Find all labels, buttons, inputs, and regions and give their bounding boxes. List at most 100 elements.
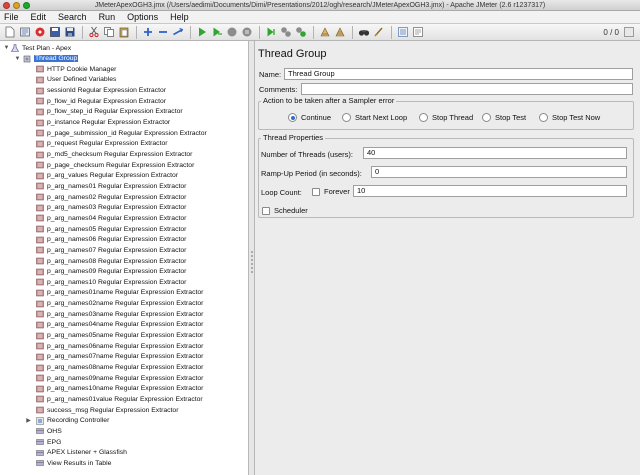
tree-node-child[interactable]: OHS	[36, 426, 62, 436]
tree-node-child[interactable]: p_arg_names06name Regular Expression Ext…	[36, 341, 203, 351]
tree-node-child[interactable]: p_arg_names04 Regular Expression Extract…	[36, 213, 186, 223]
open-icon[interactable]	[33, 25, 47, 39]
shutdown-icon[interactable]	[240, 25, 254, 39]
menu-file[interactable]: File	[4, 12, 25, 22]
tree-node-child[interactable]: p_arg_names07 Regular Expression Extract…	[36, 245, 186, 255]
save-icon[interactable]	[63, 25, 77, 39]
tree-node-label: p_arg_names08 Regular Expression Extract…	[47, 257, 187, 265]
tree-node-child[interactable]: p_arg_names10name Regular Expression Ext…	[36, 384, 203, 394]
tree-node-child[interactable]: p_flow_id Regular Expression Extractor	[36, 96, 166, 106]
threads-field[interactable]: 40	[363, 147, 627, 159]
toolbar-separator	[259, 25, 260, 39]
tree-node-thread-group[interactable]: Thread Group	[23, 54, 79, 64]
radio-start-next-loop[interactable]: Start Next Loop	[342, 113, 407, 122]
expand-toggle-icon[interactable]: ▼	[14, 55, 21, 62]
collapse-icon[interactable]	[156, 25, 170, 39]
tree-node-child[interactable]: p_arg_names08 Regular Expression Extract…	[36, 256, 186, 266]
start-no-pauses-icon[interactable]	[210, 25, 224, 39]
clear-all-icon[interactable]	[333, 25, 347, 39]
tree-node-child[interactable]: EPG	[36, 437, 61, 447]
expand-toggle-icon[interactable]: ▼	[3, 45, 10, 52]
new-icon[interactable]	[3, 25, 17, 39]
tree-node-child[interactable]: p_arg_names08name Regular Expression Ext…	[36, 363, 203, 373]
templates-icon[interactable]	[18, 25, 32, 39]
radio-stop-test-now[interactable]: Stop Test Now	[539, 113, 600, 122]
tree-node-child[interactable]: p_request Regular Expression Extractor	[36, 139, 168, 149]
menu-run[interactable]: Run	[99, 12, 122, 22]
loop-count-field[interactable]: 10	[353, 185, 627, 197]
tree-node-child[interactable]: p_arg_names06 Regular Expression Extract…	[36, 235, 186, 245]
tree-node-child[interactable]: p_arg_names10 Regular Expression Extract…	[36, 277, 186, 287]
radio-continue[interactable]: Continue	[288, 113, 331, 122]
tree-node-child[interactable]: p_page_checksum Regular Expression Extra…	[36, 160, 194, 170]
comments-field[interactable]	[301, 83, 633, 95]
tree-node-child[interactable]: p_flow_step_id Regular Expression Extrac…	[36, 107, 183, 117]
tree-node-child[interactable]: p_arg_names09name Regular Expression Ext…	[36, 373, 203, 383]
tree-node-child[interactable]: p_arg_names09 Regular Expression Extract…	[36, 267, 186, 277]
expand-icon[interactable]	[141, 25, 155, 39]
menu-search[interactable]: Search	[58, 12, 93, 22]
paste-icon[interactable]	[117, 25, 131, 39]
tree-node-label: p_arg_names03 Regular Expression Extract…	[47, 204, 187, 212]
config-element-icon	[36, 182, 44, 190]
close-icon[interactable]	[48, 25, 62, 39]
tree-node-child[interactable]: p_arg_values Regular Expression Extracto…	[36, 171, 178, 181]
copy-icon[interactable]	[102, 25, 116, 39]
function-helper-icon[interactable]	[396, 25, 410, 39]
tree-node-child[interactable]: Recording Controller	[36, 416, 109, 426]
config-element-icon	[36, 129, 44, 137]
clear-icon[interactable]	[318, 25, 332, 39]
config-element-icon	[36, 310, 44, 318]
radio-stop-test[interactable]: Stop Test	[482, 113, 526, 122]
tree-node-child[interactable]: sessionId Regular Expression Extractor	[36, 86, 166, 96]
remote-start-icon[interactable]	[264, 25, 278, 39]
help-icon[interactable]	[411, 25, 425, 39]
tree-node-label: Recording Controller	[47, 417, 110, 425]
config-element-icon	[36, 225, 44, 233]
collapse-toggle-icon[interactable]: ▶	[25, 417, 32, 424]
tree-node-child[interactable]: p_arg_names01 Regular Expression Extract…	[36, 181, 186, 191]
rampup-field[interactable]: 0	[371, 166, 627, 178]
scheduler-checkbox[interactable]: Scheduler	[262, 206, 308, 215]
close-window-button[interactable]	[3, 2, 10, 9]
remote-stop-icon[interactable]	[279, 25, 293, 39]
menu-options[interactable]: Options	[127, 12, 164, 22]
menu-edit[interactable]: Edit	[31, 12, 53, 22]
tree-node-child[interactable]: p_page_submission_id Regular Expression …	[36, 128, 207, 138]
minimize-window-button[interactable]	[13, 2, 20, 9]
name-field[interactable]: Thread Group	[284, 68, 633, 80]
tree-node-child[interactable]: p_arg_names02name Regular Expression Ext…	[36, 299, 203, 309]
tree-node-child[interactable]: p_arg_names02 Regular Expression Extract…	[36, 192, 186, 202]
tree-node-label: p_arg_values Regular Expression Extracto…	[47, 172, 179, 180]
tree-node-label: p_arg_names05 Regular Expression Extract…	[47, 225, 187, 233]
tree-node-child[interactable]: p_arg_names03name Regular Expression Ext…	[36, 309, 203, 319]
tree-node-child[interactable]: p_arg_names04name Regular Expression Ext…	[36, 320, 203, 330]
search-icon[interactable]	[357, 25, 371, 39]
toggle-icon[interactable]	[171, 25, 185, 39]
tree-node-child[interactable]: p_arg_names01name Regular Expression Ext…	[36, 288, 203, 298]
zoom-window-button[interactable]	[23, 2, 30, 9]
reset-search-icon[interactable]	[372, 25, 386, 39]
cut-icon[interactable]	[87, 25, 101, 39]
tree-node-child[interactable]: APEX Listener + Glassfish	[36, 448, 127, 458]
stop-icon[interactable]	[225, 25, 239, 39]
config-element-icon	[36, 289, 44, 297]
radio-stop-thread[interactable]: Stop Thread	[419, 113, 473, 122]
tree-node-child[interactable]: p_arg_names05 Regular Expression Extract…	[36, 224, 186, 234]
tree-node-child[interactable]: HTTP Cookie Manager	[36, 64, 116, 74]
menu-help[interactable]: Help	[170, 12, 195, 22]
tree-node-test-plan[interactable]: Test Plan - Apex	[11, 43, 71, 53]
tree-node-child[interactable]: User Defined Variables	[36, 75, 116, 85]
forever-checkbox[interactable]: Forever	[312, 187, 350, 196]
tree-node-child[interactable]: View Results in Table	[36, 458, 111, 468]
tree-node-child[interactable]: p_arg_names07name Regular Expression Ext…	[36, 352, 203, 362]
remote-exit-icon[interactable]	[294, 25, 308, 39]
test-plan-tree[interactable]: ▼ Test Plan - Apex ▼ Thread Group HTTP Cooki…	[0, 41, 249, 475]
tree-node-child[interactable]: success_msg Regular Expression Extractor	[36, 405, 178, 415]
tree-node-child[interactable]: p_md5_checksum Regular Expression Extrac…	[36, 150, 192, 160]
tree-node-child[interactable]: p_arg_names05name Regular Expression Ext…	[36, 331, 203, 341]
tree-node-child[interactable]: p_arg_names03 Regular Expression Extract…	[36, 203, 186, 213]
start-icon[interactable]	[195, 25, 209, 39]
tree-node-child[interactable]: p_arg_names01value Regular Expression Ex…	[36, 394, 203, 404]
tree-node-child[interactable]: p_instance Regular Expression Extractor	[36, 118, 170, 128]
